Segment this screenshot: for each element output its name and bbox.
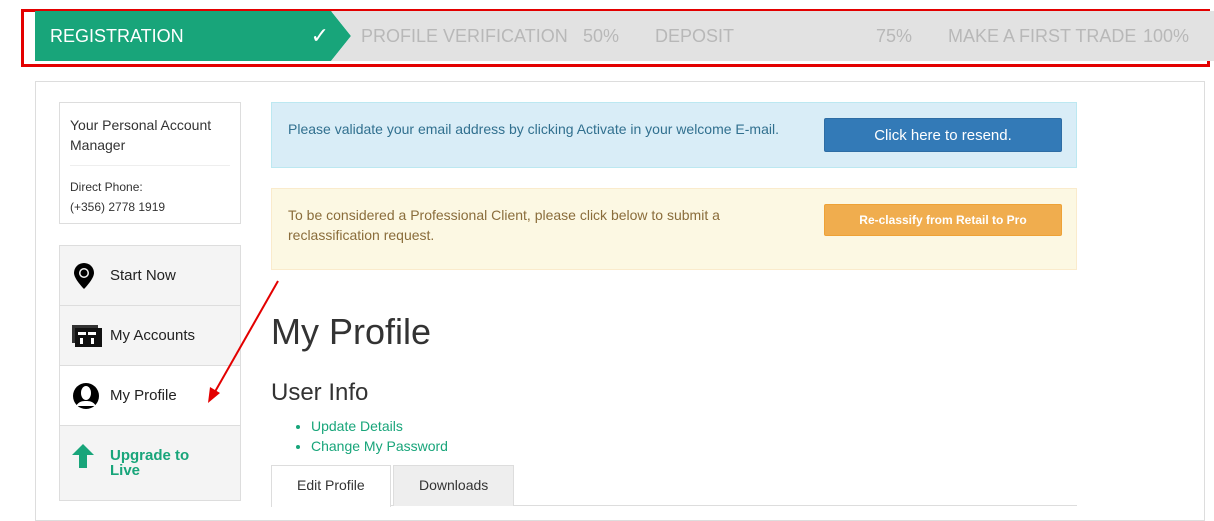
step-percent: 100% — [1142, 25, 1189, 46]
step-percent: 75% — [875, 25, 912, 46]
alert-text: Please validate your email address by cl… — [288, 121, 779, 137]
resend-button[interactable]: Click here to resend. — [824, 118, 1062, 152]
pro-client-alert: To be considered a Professional Client, … — [271, 188, 1077, 270]
step-registration[interactable]: REGISTRATION ✓ — [35, 11, 351, 61]
reclassify-button[interactable]: Re-classify from Retail to Pro — [824, 204, 1062, 236]
update-details-link[interactable]: Update Details — [311, 418, 403, 434]
step-label: DEPOSIT — [655, 25, 735, 46]
step-label: PROFILE VERIFICATION — [361, 25, 568, 46]
step-label: REGISTRATION — [50, 25, 184, 46]
sidebar-item-label: Upgrade to Live — [110, 447, 190, 479]
sidebar-item-label: My Accounts — [110, 327, 196, 344]
sidebar-item-label: My Profile — [110, 387, 177, 404]
email-validation-alert: Please validate your email address by cl… — [271, 102, 1077, 168]
accounts-icon — [72, 324, 102, 347]
check-icon: ✓ — [310, 23, 329, 48]
tab-edit-profile[interactable]: Edit Profile — [271, 465, 391, 507]
progress-steps: REGISTRATION ✓ PROFILE VERIFICATION 50% … — [35, 11, 1214, 61]
step-first-trade[interactable]: MAKE A FIRST TRADE 100% — [918, 11, 1214, 61]
phone-label: Direct Phone: — [70, 180, 143, 194]
step-profile-verification[interactable]: PROFILE VERIFICATION 50% — [331, 11, 647, 61]
page-title: My Profile — [271, 311, 432, 352]
tab-downloads[interactable]: Downloads — [393, 465, 515, 506]
map-pin-icon — [74, 262, 94, 289]
step-deposit[interactable]: DEPOSIT 75% — [625, 11, 940, 61]
step-percent: 50% — [582, 25, 619, 46]
user-icon — [73, 382, 99, 409]
phone-number: (+356) 2778 1919 — [70, 200, 166, 214]
sidebar-item-label: Start Now — [110, 267, 176, 284]
alert-text: To be considered a Professional Client, … — [288, 207, 720, 243]
manager-title: Your Personal Account Manager — [70, 115, 230, 166]
profile-tabs: Edit Profile Downloads — [271, 465, 1077, 507]
change-password-link[interactable]: Change My Password — [311, 438, 448, 454]
arrow-up-icon — [72, 444, 94, 468]
account-manager-card: Your Personal Account Manager Direct Pho… — [59, 102, 241, 224]
user-info-links: Update Details Change My Password — [271, 416, 448, 456]
sidebar-item-upgrade-to-live[interactable]: Upgrade to Live — [60, 426, 240, 501]
step-label: MAKE A FIRST TRADE — [948, 25, 1137, 46]
section-title: User Info — [271, 379, 369, 406]
